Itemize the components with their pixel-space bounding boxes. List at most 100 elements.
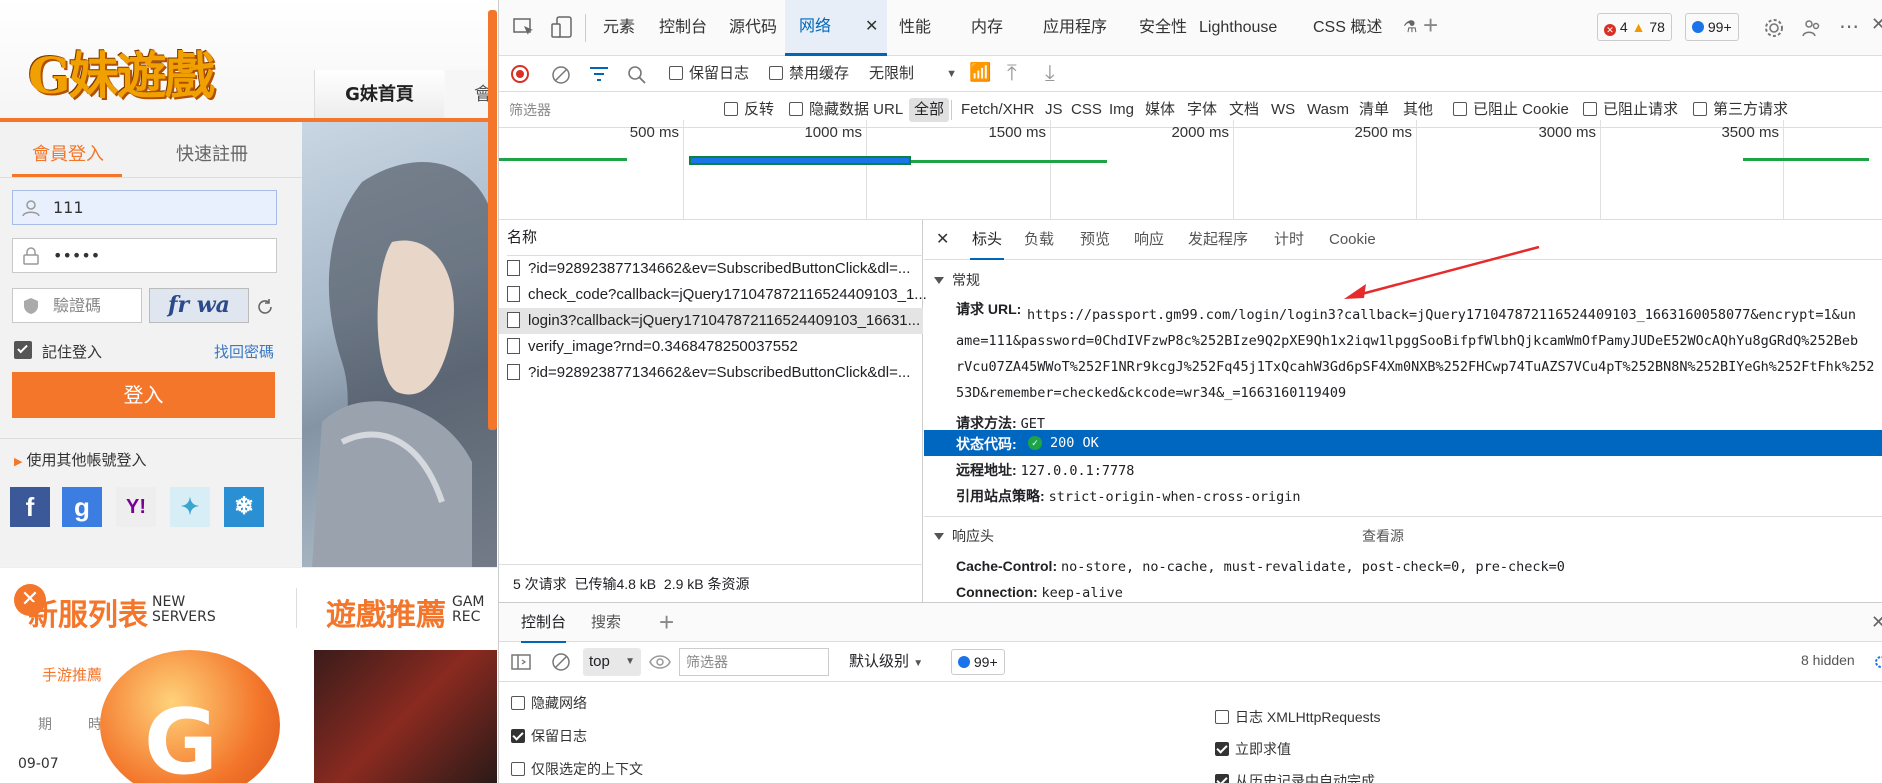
console-filter-input[interactable]: 筛选器 (679, 648, 829, 676)
record-icon[interactable] (511, 65, 529, 83)
game-thumbnail-image[interactable] (314, 650, 497, 783)
tab-response[interactable]: 响应 (1134, 220, 1164, 260)
chevron-down-icon: ▼ (946, 68, 957, 80)
login-button[interactable]: 登入 (12, 372, 275, 418)
selected-context-checkbox[interactable]: 仅限选定的上下文 (511, 756, 643, 782)
connection-value[interactable]: keep-alive (1042, 585, 1123, 601)
autocomplete-history-checkbox[interactable]: 从历史记录中自动完成 (1215, 768, 1375, 783)
eager-eval-checkbox[interactable]: 立即求值 (1215, 736, 1291, 762)
disable-cache-checkbox[interactable]: 禁用缓存 (769, 56, 849, 92)
tab-performance[interactable]: 性能 (899, 0, 931, 56)
snowflake-icon[interactable]: ❄ (224, 487, 264, 527)
nav-home-tab[interactable]: G妹首頁 (314, 70, 444, 120)
tab-timing[interactable]: 计时 (1274, 220, 1304, 260)
password-input[interactable]: ••••• (12, 238, 277, 273)
tab-console[interactable]: 控制台 (659, 0, 707, 56)
tab-memory[interactable]: 内存 (971, 0, 1003, 56)
status-value: 200 OK (1050, 435, 1099, 451)
inspect-icon[interactable] (513, 18, 535, 38)
gear-icon[interactable] (1763, 17, 1785, 39)
hero-banner-image[interactable] (302, 122, 497, 567)
request-row[interactable]: ?id=928923877134662&ev=SubscribedButtonC… (507, 360, 927, 386)
message-icon (958, 656, 970, 668)
sidebar-toggle-icon[interactable] (511, 654, 531, 670)
request-row-selected[interactable]: login3?callback=jQuery171047872116524409… (499, 308, 923, 334)
general-section-header[interactable]: 常规 (934, 270, 980, 290)
messages-badge[interactable]: 99+ (1685, 13, 1739, 41)
preserve-log-checkbox[interactable]: 保留日志 (669, 56, 749, 92)
tab-network[interactable]: 网络 ✕ (785, 0, 887, 56)
forgot-password-link[interactable]: 找回密碼 (214, 341, 274, 362)
mascot-g-icon[interactable]: G (100, 650, 280, 783)
overview-timeline[interactable]: 500 ms 1000 ms 1500 ms 2000 ms 2500 ms 3… (499, 120, 1882, 220)
tab-preview[interactable]: 预览 (1080, 220, 1110, 260)
close-drawer-icon[interactable]: ✕ (1871, 612, 1882, 633)
close-icon[interactable]: ✕ (865, 16, 878, 36)
search-icon[interactable] (627, 65, 647, 85)
device-toolbar-icon[interactable] (551, 16, 573, 38)
yahoo-icon[interactable]: Y! (116, 487, 156, 527)
hide-network-checkbox[interactable]: 隐藏网络 (511, 690, 587, 716)
log-level-select[interactable]: 默认级别 ▼ (849, 648, 923, 678)
filter-icon[interactable] (589, 66, 609, 84)
console-settings-icon[interactable] (1873, 654, 1882, 670)
tab-payload[interactable]: 负载 (1024, 220, 1054, 260)
captcha-input[interactable]: 驗證碼 (12, 288, 142, 323)
tab-lighthouse[interactable]: Lighthouse (1199, 0, 1277, 56)
request-row[interactable]: verify_image?rnd=0.3468478250037552 (507, 334, 927, 360)
tab-quick-register[interactable]: 快速註冊 (176, 140, 248, 166)
close-devtools-icon[interactable]: ✕ (1871, 14, 1882, 35)
close-icon[interactable]: ✕ (936, 229, 949, 249)
drawer-tab-search[interactable]: 搜索 (591, 603, 621, 643)
tab-headers[interactable]: 标头 (970, 220, 1005, 260)
other-login-link[interactable]: ▶ 使用其他帳號登入 (14, 440, 146, 482)
request-url-continued[interactable]: ame=111&password=0ChdIVFzwP8c%252BIze9Q2… (956, 328, 1874, 406)
log-xhr-checkbox[interactable]: 日志 XMLHttpRequests (1215, 704, 1381, 730)
page-scrollbar[interactable] (488, 10, 497, 430)
refresh-icon[interactable] (256, 298, 274, 316)
more-options-icon[interactable]: ⋯ (1839, 14, 1859, 39)
add-tab-icon[interactable]: + (1423, 10, 1438, 41)
tab-member-login[interactable]: 會員登入 (32, 140, 104, 166)
remote-address-value[interactable]: 127.0.0.1:7778 (1021, 463, 1135, 479)
context-select[interactable]: top ▼ (583, 648, 641, 676)
tab-sources[interactable]: 源代码 (729, 0, 777, 56)
console-preserve-log-checkbox[interactable]: 保留日志 (511, 723, 587, 749)
people-icon[interactable] (1801, 17, 1823, 39)
google-icon[interactable]: g (62, 487, 102, 527)
issues-badge[interactable]: ✕ 4 ▲ 78 (1597, 13, 1672, 41)
url-line: ame=111&password=0ChdIVFzwP8c%252BIze9Q2… (956, 333, 1859, 349)
facebook-icon[interactable]: f (10, 487, 50, 527)
clear-icon[interactable] (551, 65, 571, 85)
remember-checkbox[interactable] (14, 341, 32, 359)
referrer-policy-value[interactable]: strict-origin-when-cross-origin (1049, 489, 1301, 505)
tab-css-overview[interactable]: CSS 概述 (1313, 0, 1382, 56)
request-row[interactable]: check_code?callback=jQuery17104787211652… (507, 282, 927, 308)
view-source-link[interactable]: 查看源 (1362, 526, 1404, 546)
tab-security[interactable]: 安全性 (1139, 0, 1187, 56)
clear-console-icon[interactable] (551, 652, 571, 672)
filter-all[interactable]: 全部 (909, 98, 950, 122)
mobile-games-tab[interactable]: 手游推薦 (42, 664, 102, 685)
bird-icon[interactable]: ✦ (170, 487, 210, 527)
status-code-row-selected[interactable]: 状态代码: ✓ 200 OK (924, 430, 1882, 456)
add-tab-icon[interactable]: + (659, 607, 674, 638)
upload-icon[interactable]: ⤒ (1007, 60, 1017, 86)
drawer-tab-console[interactable]: 控制台 (521, 603, 567, 643)
request-url-value[interactable]: https://passport.gm99.com/login/login3?c… (1027, 302, 1856, 328)
tab-initiator[interactable]: 发起程序 (1188, 220, 1248, 260)
name-column-header[interactable]: 名称 (507, 220, 923, 256)
tab-application[interactable]: 应用程序 (1043, 0, 1107, 56)
wifi-settings-icon[interactable]: 📶 (969, 62, 991, 83)
cache-control-value[interactable]: no-store, no-cache, must-revalidate, pos… (1061, 559, 1565, 575)
site-logo[interactable]: G妹遊戲 (28, 36, 215, 108)
response-headers-header[interactable]: 响应头 (934, 526, 994, 546)
username-input[interactable]: 111 (12, 190, 277, 225)
tab-elements[interactable]: 元素 (603, 0, 635, 56)
console-messages-badge[interactable]: 99+ (951, 649, 1005, 675)
eye-icon[interactable] (649, 653, 671, 671)
throttling-select[interactable]: 无限制 ▼ (869, 56, 957, 92)
download-icon[interactable]: ⤓ (1045, 60, 1055, 86)
request-row[interactable]: ?id=928923877134662&ev=SubscribedButtonC… (507, 256, 927, 282)
captcha-image[interactable]: fr wa (149, 288, 249, 323)
